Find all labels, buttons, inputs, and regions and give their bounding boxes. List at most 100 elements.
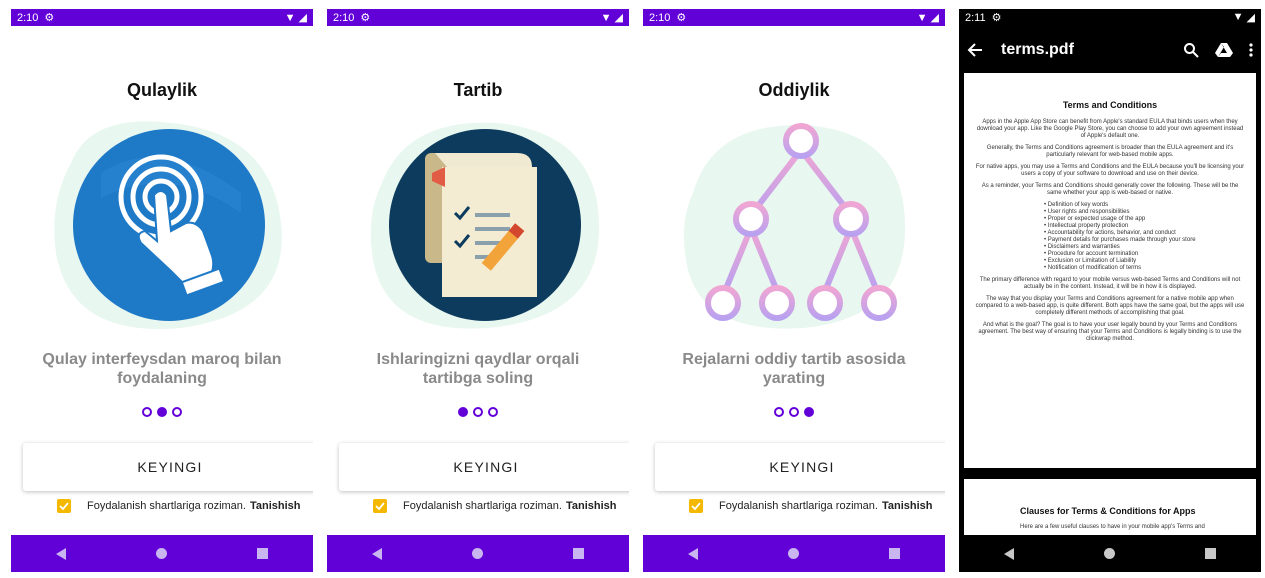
nav-bar: [327, 535, 629, 572]
wifi-icon: ▼: [1232, 11, 1244, 23]
terms-checkbox[interactable]: [373, 499, 387, 513]
pdf-page-1[interactable]: Terms and Conditions Apps in the Apple A…: [964, 73, 1256, 468]
page-dot-3[interactable]: [488, 407, 498, 417]
pdf-heading: Terms and Conditions: [1062, 100, 1158, 110]
home-nav-icon[interactable]: [472, 548, 483, 559]
terms-text: Foydalanish shartlariga roziman.: [87, 500, 246, 512]
terms-row: Foydalanish shartlariga roziman. Tanishi…: [57, 499, 301, 513]
more-options-icon[interactable]: [1249, 42, 1253, 58]
page-indicator: [327, 407, 629, 417]
pdf-viewer-screen: 2:11 ⚙ ▼ ◢ terms.pdf Terms and Conditions…: [959, 9, 1261, 572]
page-dot-1[interactable]: [458, 407, 468, 417]
list-item: • Accountability for actions, behavior, …: [1044, 230, 1176, 236]
screen-description: Rejalarni oddiy tartib asosida yarating: [682, 351, 906, 387]
screen-title: Oddiylik: [758, 80, 830, 100]
checklist-scroll-icon: [370, 122, 600, 329]
pdf-body: Apps in the Apple App Store can benefit …: [964, 119, 1256, 197]
terms-row: Foydalanish shartlariga roziman. Tanishi…: [689, 499, 933, 513]
back-nav-icon[interactable]: [1004, 547, 1014, 560]
status-time: 2:10: [649, 11, 671, 24]
list-item: • Intellectual property protection: [1044, 223, 1129, 229]
checkmark-icon: [375, 502, 385, 511]
signal-icon: ◢: [1246, 12, 1255, 24]
list-item: • Proper or expected usage of the app: [1044, 216, 1146, 222]
next-button[interactable]: KEYINGI: [339, 443, 629, 491]
page-dot-1[interactable]: [774, 407, 784, 417]
onboarding-screen-1: 2:10 ⚙ ▼ ◢ Qulaylik Qulay interfeysdan ma…: [11, 9, 313, 572]
status-time: 2:11: [965, 11, 986, 24]
terms-link[interactable]: Tanishish: [250, 500, 301, 512]
status-time: 2:10: [333, 11, 355, 24]
nav-bar: [959, 535, 1261, 572]
back-arrow-icon[interactable]: [967, 42, 983, 58]
pdf-paragraph: And what is the goal? The goal is to hav…: [978, 322, 1242, 342]
screen-description: Ishlaringizni qaydlar orqali tartibga so…: [376, 351, 580, 387]
drive-icon[interactable]: [1215, 42, 1233, 58]
settings-gear-icon: ⚙: [44, 12, 55, 24]
terms-text: Foydalanish shartlariga roziman.: [719, 500, 878, 512]
recents-nav-icon[interactable]: [1205, 548, 1216, 559]
recents-nav-icon[interactable]: [257, 548, 268, 559]
status-time: 2:10: [17, 11, 39, 24]
status-bar: 2:11 ⚙ ▼ ◢: [959, 9, 1261, 26]
checkmark-icon: [59, 502, 69, 511]
next-button[interactable]: KEYINGI: [655, 443, 945, 491]
list-item: • Disclaimers and warranties: [1044, 244, 1120, 250]
settings-gear-icon: ⚙: [360, 12, 371, 24]
pdf-paragraph: The way that you display your Terms and …: [975, 296, 1245, 316]
checkmark-icon: [691, 502, 701, 511]
terms-link[interactable]: Tanishish: [882, 500, 933, 512]
status-bar: 2:10 ⚙ ▼ ◢: [327, 9, 629, 26]
page-dot-2[interactable]: [157, 407, 167, 417]
signal-icon: ◢: [614, 12, 623, 24]
pdf-page-2[interactable]: Clauses for Terms & Conditions for Apps …: [964, 479, 1256, 539]
recents-nav-icon[interactable]: [573, 548, 584, 559]
page-dot-2[interactable]: [473, 407, 483, 417]
onboarding-screen-3: 2:10 ⚙ ▼ ◢ Oddiylik Rejalarni oddiy tart…: [643, 9, 945, 572]
status-bar: 2:10 ⚙ ▼ ◢: [11, 9, 313, 26]
pdf-paragraph: The primary difference with regard to yo…: [979, 277, 1241, 290]
touch-hand-icon: [54, 121, 282, 330]
pdf-paragraph: Here are a few useful clauses to have in…: [1020, 524, 1205, 530]
home-nav-icon[interactable]: [1104, 548, 1115, 559]
tree-diagram-icon: [684, 123, 906, 329]
next-button[interactable]: KEYINGI: [23, 443, 313, 491]
pdf-paragraph: Apps in the Apple App Store can benefit …: [976, 119, 1244, 139]
pdf-heading: Clauses for Terms & Conditions for Apps: [1020, 506, 1196, 516]
recents-nav-icon[interactable]: [889, 548, 900, 559]
signal-icon: ◢: [930, 12, 939, 24]
pdf-paragraph: As a reminder, your Terms and Conditions…: [981, 183, 1239, 196]
terms-link[interactable]: Tanishish: [566, 500, 617, 512]
terms-checkbox[interactable]: [57, 499, 71, 513]
pdf-bullet-list: • Definition of key words • User rights …: [964, 202, 1256, 272]
terms-checkbox[interactable]: [689, 499, 703, 513]
settings-gear-icon: ⚙: [991, 12, 1002, 24]
back-nav-icon[interactable]: [56, 547, 66, 560]
list-item: • User rights and responsibilities: [1044, 209, 1130, 215]
search-icon[interactable]: [1183, 42, 1199, 58]
page-dot-3[interactable]: [172, 407, 182, 417]
signal-icon: ◢: [298, 12, 307, 24]
screen-title: Tartib: [453, 80, 503, 100]
screen-title: Qulaylik: [126, 80, 198, 100]
screen-description: Qulay interfeysdan maroq bilan foydalani…: [42, 351, 282, 387]
wifi-icon: ▼: [284, 11, 296, 24]
list-item: • Exclusion or Limitation of Liability: [1044, 258, 1137, 264]
settings-gear-icon: ⚙: [676, 12, 687, 24]
wifi-icon: ▼: [916, 11, 928, 24]
back-nav-icon[interactable]: [372, 547, 382, 560]
page-dot-2[interactable]: [789, 407, 799, 417]
page-indicator: [643, 407, 945, 417]
back-nav-icon[interactable]: [688, 547, 698, 560]
status-bar: 2:10 ⚙ ▼ ◢: [643, 9, 945, 26]
app-bar: terms.pdf: [959, 26, 1261, 73]
page-dot-1[interactable]: [142, 407, 152, 417]
page-dot-3[interactable]: [804, 407, 814, 417]
home-nav-icon[interactable]: [156, 548, 167, 559]
onboarding-screen-2: 2:10 ⚙ ▼ ◢ Tartib Ishlaringizni qaydlar o…: [327, 9, 629, 572]
list-item: • Payment details for purchases made thr…: [1044, 237, 1196, 243]
terms-text: Foydalanish shartlariga roziman.: [403, 500, 562, 512]
home-nav-icon[interactable]: [788, 548, 799, 559]
pdf-paragraph: Generally, the Terms and Conditions agre…: [986, 145, 1234, 158]
pdf-body-continued: The primary difference with regard to yo…: [964, 277, 1256, 343]
